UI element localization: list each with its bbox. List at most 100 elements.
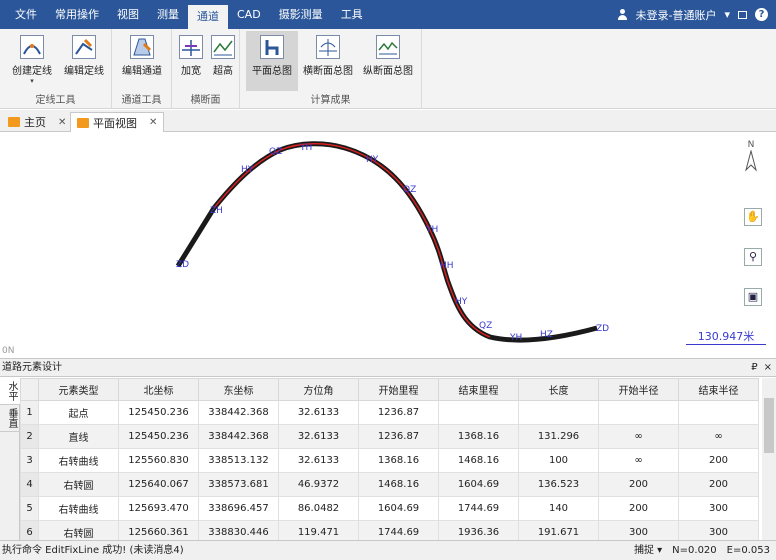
table-cell[interactable]: 338513.132 (198, 448, 279, 473)
zoom-window-icon[interactable]: ⚲ (744, 248, 762, 266)
column-header[interactable]: 结束里程 (438, 378, 519, 401)
table-cell[interactable]: 起点 (38, 400, 119, 425)
table-cell[interactable]: 200 (678, 472, 759, 497)
table-cell[interactable]: 1468.16 (438, 448, 519, 473)
table-cell[interactable]: 1236.87 (358, 424, 439, 449)
menu-item[interactable]: CAD (228, 0, 270, 29)
header-corner (20, 378, 39, 401)
cross-section-overview-button[interactable]: 横断面总图 (300, 31, 356, 91)
table-cell[interactable]: 1744.69 (438, 496, 519, 521)
table-cell[interactable]: 125450.236 (118, 400, 199, 425)
table-cell[interactable]: 140 (518, 496, 599, 521)
table-cell[interactable]: 46.9372 (278, 472, 359, 497)
chevron-down-icon[interactable]: ▾ (8, 77, 56, 85)
panel-header: 道路元素设计 ₽ × (0, 359, 776, 377)
tab-home[interactable]: 主页 ✕ (2, 112, 72, 132)
profile-overview-button[interactable]: 纵断面总图 (360, 31, 416, 91)
table-cell[interactable]: 直线 (38, 424, 119, 449)
table-cell[interactable]: 32.6133 (278, 424, 359, 449)
table-row[interactable]: 1 起点 125450.236 338442.368 32.6133 1236.87 (20, 400, 759, 425)
table-cell[interactable]: 1468.16 (358, 472, 439, 497)
menu-item[interactable]: 常用操作 (46, 0, 108, 29)
table-cell[interactable]: 100 (518, 448, 599, 473)
menu-item[interactable]: 工具 (332, 0, 372, 29)
table-cell[interactable]: 200 (598, 472, 679, 497)
edit-alignment-button[interactable]: 编辑定线 (60, 31, 108, 91)
pin-icon[interactable]: ₽ (751, 359, 757, 377)
table-cell[interactable]: 338442.368 (198, 400, 279, 425)
column-header[interactable]: 长度 (518, 378, 599, 401)
create-alignment-icon (20, 35, 44, 59)
help-icon[interactable]: ? (755, 8, 768, 21)
table-cell[interactable]: 125560.830 (118, 448, 199, 473)
column-header[interactable]: 元素类型 (38, 378, 119, 401)
widen-button[interactable]: 加宽 (176, 31, 206, 91)
edit-channel-icon (130, 35, 154, 59)
table-cell[interactable]: 338573.681 (198, 472, 279, 497)
user-account-label[interactable]: 未登录-普通账户 (636, 7, 717, 23)
table-row[interactable]: 4 右转圆 125640.067 338573.681 46.9372 1468.16 16… (20, 472, 759, 497)
table-row[interactable]: 3 右转曲线 125560.830 338513.132 32.6133 1368.16 1… (20, 448, 759, 473)
table-cell[interactable] (678, 400, 759, 425)
table-cell[interactable]: 338696.457 (198, 496, 279, 521)
close-icon[interactable]: × (764, 359, 772, 377)
table-row[interactable]: 5 右转曲线 125693.470 338696.457 86.0482 1604.69 1… (20, 496, 759, 521)
column-header[interactable]: 东坐标 (198, 378, 279, 401)
table-cell[interactable]: 200 (598, 496, 679, 521)
table-cell[interactable]: 300 (678, 496, 759, 521)
table-cell[interactable]: 125450.236 (118, 424, 199, 449)
scrollbar-thumb[interactable] (764, 398, 774, 453)
superelevation-button[interactable]: 超高 (208, 31, 238, 91)
column-header[interactable]: 开始半径 (598, 378, 679, 401)
column-header[interactable]: 方位角 (278, 378, 359, 401)
table-cell[interactable]: 右转圆 (38, 472, 119, 497)
table-cell[interactable]: 1604.69 (358, 496, 439, 521)
table-cell[interactable]: ∞ (598, 424, 679, 449)
column-header[interactable]: 北坐标 (118, 378, 199, 401)
table-cell[interactable]: 200 (678, 448, 759, 473)
table-cell[interactable]: 125640.067 (118, 472, 199, 497)
button-label: 编辑通道 (122, 66, 162, 77)
plan-overview-button[interactable]: 平面总图 (246, 31, 298, 91)
table-row[interactable]: 2 直线 125450.236 338442.368 32.6133 1236.87 136… (20, 424, 759, 449)
table-cell[interactable]: ∞ (678, 424, 759, 449)
table-cell[interactable]: 1604.69 (438, 472, 519, 497)
menu-item[interactable]: 文件 (6, 0, 46, 29)
menu-item[interactable]: 测量 (148, 0, 188, 29)
close-icon[interactable]: ✕ (149, 117, 157, 128)
edit-channel-button[interactable]: 编辑通道 (118, 31, 166, 91)
table-cell[interactable] (518, 400, 599, 425)
table-cell[interactable]: 86.0482 (278, 496, 359, 521)
table-cell[interactable]: 136.523 (518, 472, 599, 497)
table-cell[interactable] (438, 400, 519, 425)
column-header[interactable]: 结束半径 (678, 378, 759, 401)
close-icon[interactable]: ✕ (58, 117, 66, 128)
table-cell[interactable]: 1368.16 (358, 448, 439, 473)
vertical-scrollbar[interactable] (762, 378, 776, 541)
pan-hand-icon[interactable]: ✋ (744, 208, 762, 226)
tab-plan-view[interactable]: 平面视图 ✕ (70, 112, 165, 132)
tab-label: 平面视图 (93, 116, 137, 130)
ribbon: 创建定线 ▾ 编辑定线 定线工具 编辑通道 通道工具 加宽 超高 横断面 平面总… (0, 29, 776, 109)
table-cell[interactable] (598, 400, 679, 425)
chevron-down-icon[interactable]: ▾ (724, 8, 730, 21)
menu-item[interactable]: 通道 (188, 5, 228, 29)
table-cell[interactable]: 131.296 (518, 424, 599, 449)
column-header[interactable]: 开始里程 (358, 378, 439, 401)
table-cell[interactable]: 125693.470 (118, 496, 199, 521)
create-alignment-button[interactable]: 创建定线 ▾ (8, 31, 56, 91)
table-cell[interactable]: 右转曲线 (38, 448, 119, 473)
table-cell[interactable]: 1368.16 (438, 424, 519, 449)
table-cell[interactable]: ∞ (598, 448, 679, 473)
table-cell[interactable]: 338442.368 (198, 424, 279, 449)
table-cell[interactable]: 32.6133 (278, 448, 359, 473)
table-cell[interactable]: 32.6133 (278, 400, 359, 425)
menu-item[interactable]: 摄影测量 (270, 0, 332, 29)
table-cell[interactable]: 右转曲线 (38, 496, 119, 521)
table-cell[interactable]: 1236.87 (358, 400, 439, 425)
ribbon-toggle-icon[interactable] (738, 10, 747, 19)
zoom-extent-icon[interactable]: ▣ (744, 288, 762, 306)
plan-view-canvas[interactable]: ZD ZH HY QZ YH HY QZ YH HH HY QZ YH HZ ZD N ✋ ⚲ ▣ 130… (0, 132, 776, 356)
snap-dropdown[interactable]: 捕捉 ▾ (634, 541, 662, 560)
menu-item[interactable]: 视图 (108, 0, 148, 29)
